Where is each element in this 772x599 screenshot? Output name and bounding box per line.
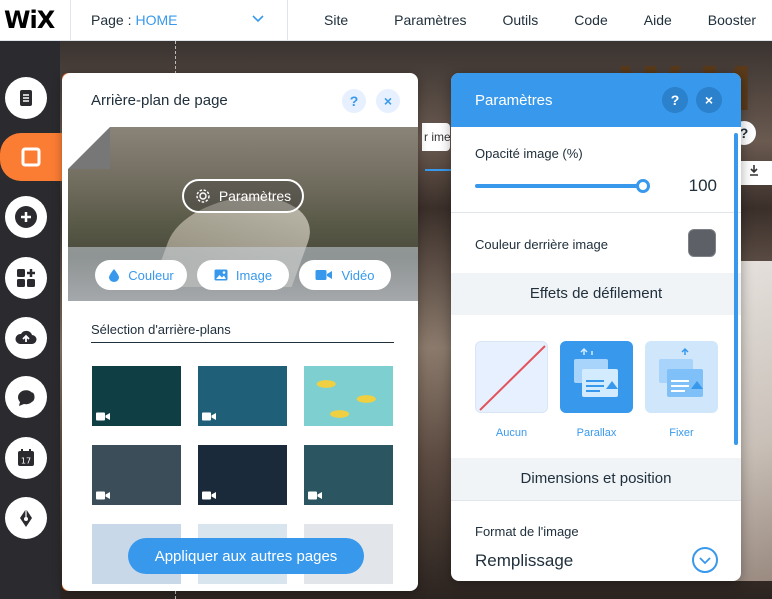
- menu-item-outils[interactable]: Outils: [502, 12, 538, 28]
- effect-fixed-option[interactable]: [645, 341, 718, 413]
- calendar-icon: 17: [18, 449, 34, 466]
- cloud-upload-icon: [15, 330, 37, 344]
- preview-settings-label: Paramètres: [218, 188, 292, 204]
- background-thumbnail[interactable]: [304, 445, 393, 505]
- opacity-slider-handle[interactable]: [636, 179, 650, 193]
- menu-item-site[interactable]: Site: [324, 12, 348, 28]
- color-behind-image-label: Couleur derrière image: [475, 237, 608, 252]
- help-icon[interactable]: ?: [662, 87, 688, 113]
- drop-icon: [109, 269, 120, 282]
- image-button[interactable]: Image: [197, 260, 289, 290]
- background-panel: Arrière-plan de page ? × Paramètres Coul…: [62, 73, 418, 591]
- pen-nib-icon: [20, 509, 32, 527]
- close-icon[interactable]: ×: [696, 87, 722, 113]
- page-selector[interactable]: Page : HOME: [70, 0, 288, 41]
- left-toolbar: 17: [0, 41, 62, 599]
- image-button-label: Image: [235, 267, 273, 283]
- effect-none-option[interactable]: [475, 341, 548, 413]
- background-thumbnail[interactable]: [198, 366, 287, 426]
- opacity-label: Opacité image (%): [475, 146, 583, 161]
- preview-corner-white: [68, 127, 110, 169]
- top-bar: WiX Page : HOME Site Paramètres Outils C…: [0, 0, 772, 41]
- svg-text:17: 17: [21, 457, 31, 466]
- menu-item-code[interactable]: Code: [574, 12, 607, 28]
- page-selector-label: Page :: [91, 12, 132, 28]
- gear-icon: [196, 189, 210, 203]
- main-menu: Site Paramètres Outils Code Aide Booster: [288, 0, 756, 41]
- color-button-label: Couleur: [128, 267, 174, 283]
- download-icon[interactable]: [736, 161, 772, 185]
- blog-button[interactable]: [5, 376, 47, 418]
- video-button[interactable]: Vidéo: [299, 260, 391, 290]
- background-thumbnail[interactable]: [304, 366, 393, 426]
- preview-settings-button[interactable]: Paramètres: [182, 179, 304, 213]
- video-camera-icon: [96, 412, 110, 421]
- effect-parallax-label: Parallax: [576, 427, 617, 439]
- chevron-down-icon: [252, 14, 264, 22]
- menu-item-booster[interactable]: Booster: [708, 12, 756, 28]
- apps-button[interactable]: [5, 257, 47, 299]
- dimensions-position-header: Dimensions et position: [451, 458, 741, 500]
- chevron-down-icon[interactable]: [692, 547, 718, 573]
- apply-to-other-pages-button[interactable]: Appliquer aux autres pages: [128, 538, 364, 574]
- menu-item-aide[interactable]: Aide: [644, 12, 672, 28]
- canvas-tooltip-chip[interactable]: r ime: [422, 123, 450, 151]
- help-icon[interactable]: ?: [342, 89, 366, 113]
- apps-icon: [17, 269, 35, 287]
- fixed-icon: [659, 347, 703, 397]
- close-icon[interactable]: ×: [376, 89, 400, 113]
- background-selection-title: Sélection d'arrière-plans: [91, 322, 231, 337]
- upload-button[interactable]: [5, 317, 47, 359]
- scroll-effects-header: Effets de défilement: [451, 273, 741, 315]
- settings-panel-header: Paramètres ? ×: [451, 73, 741, 127]
- settings-panel: Paramètres ? × Opacité image (%) 100 Cou…: [451, 73, 741, 581]
- add-button[interactable]: [5, 196, 47, 238]
- opacity-value[interactable]: 100: [689, 176, 717, 196]
- background-thumbnail[interactable]: [92, 366, 181, 426]
- effect-parallax-option[interactable]: [560, 341, 633, 413]
- opacity-slider-track[interactable]: [475, 184, 641, 188]
- background-icon: [21, 147, 41, 167]
- page-selector-value: HOME: [135, 12, 178, 28]
- divider: [451, 212, 741, 213]
- pages-button[interactable]: [5, 77, 47, 119]
- video-camera-icon: [202, 412, 216, 421]
- effect-fixed-label: Fixer: [669, 427, 694, 439]
- menu-item-parametres[interactable]: Paramètres: [394, 12, 466, 28]
- video-camera-icon: [96, 491, 110, 500]
- wix-logo[interactable]: WiX: [0, 6, 70, 34]
- color-button[interactable]: Couleur: [95, 260, 187, 290]
- section-divider: [91, 342, 394, 343]
- divider: [451, 500, 741, 501]
- image-icon: [214, 269, 228, 281]
- effect-none-label: Aucun: [495, 427, 528, 439]
- pages-icon: [20, 90, 32, 106]
- video-camera-icon: [202, 491, 216, 500]
- background-panel-header: Arrière-plan de page ? ×: [62, 73, 418, 127]
- background-preview[interactable]: Paramètres Couleur Image Vidéo: [68, 127, 418, 301]
- parallax-icon: [574, 347, 618, 397]
- plus-icon: [15, 206, 37, 228]
- image-format-value[interactable]: Remplissage: [475, 551, 573, 571]
- none-slash-icon: [479, 345, 546, 411]
- video-button-label: Vidéo: [341, 267, 375, 283]
- color-swatch[interactable]: [688, 229, 716, 257]
- settings-scrollbar[interactable]: [734, 133, 738, 445]
- background-thumbnail[interactable]: [198, 445, 287, 505]
- speech-bubble-icon: [17, 390, 35, 406]
- video-camera-icon: [315, 270, 333, 280]
- background-thumbnail[interactable]: [92, 445, 181, 505]
- image-format-label: Format de l'image: [475, 524, 579, 539]
- background-panel-title: Arrière-plan de page: [91, 91, 228, 109]
- bookings-button[interactable]: 17: [5, 437, 47, 479]
- design-button[interactable]: [5, 497, 47, 539]
- video-camera-icon: [308, 491, 322, 500]
- background-button[interactable]: [0, 133, 62, 181]
- settings-panel-title: Paramètres: [475, 91, 553, 109]
